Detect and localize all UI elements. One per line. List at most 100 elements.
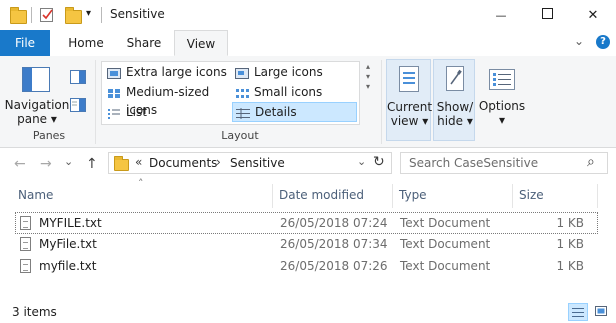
customize-quick-access-icon[interactable]: ▾ [86,8,91,19]
minimize-button[interactable]: — [478,0,524,30]
status-bar: 3 items [0,301,616,323]
forward-icon[interactable]: → [40,156,52,172]
options-label-line1: Options [478,99,526,113]
recent-locations-icon[interactable]: ⌄ [64,155,73,168]
file-type: Text Document [400,216,491,230]
breadcrumb-sensitive[interactable]: Sensitive [230,156,285,170]
current-view-label-line1: Current [387,100,433,114]
navigation-pane-button[interactable]: Navigation pane ▾ [4,98,70,126]
address-bar[interactable]: « Documents › Sensitive ⌄ ↻ [108,152,392,174]
table-row[interactable]: MyFile.txt 26/05/2018 07:34 Text Documen… [15,234,598,256]
tab-file[interactable]: File [0,30,50,56]
column-type[interactable]: Type [399,188,427,202]
search-box[interactable]: Search CaseSensitive ⌕ [400,152,608,174]
tab-share[interactable]: Share [117,30,171,56]
options-label-line2: ▾ [498,113,506,127]
file-date: 26/05/2018 07:26 [280,259,388,273]
column-divider[interactable] [392,184,393,208]
refresh-icon[interactable]: ↻ [373,154,385,170]
column-divider[interactable] [272,184,273,208]
app-folder-icon[interactable] [10,7,27,24]
options-button[interactable]: Options ▾ [478,59,526,141]
file-name: MYFILE.txt [39,216,102,230]
minimize-icon: — [495,8,507,22]
navigation-pane-label-line1: Navigation [4,98,70,112]
show-hide-label-line1: Show/ [436,100,474,114]
small-icons-icon [235,86,249,98]
layout-small-icons-label: Small icons [254,85,323,99]
layout-extra-large-icons[interactable]: Extra large icons [104,63,232,81]
close-button[interactable]: ✕ [570,0,616,30]
search-input[interactable]: Search CaseSensitive [409,156,538,170]
file-size: 1 KB [556,237,584,251]
show-hide-button[interactable]: Show/ hide ▾ [433,59,475,141]
file-date: 26/05/2018 07:34 [280,237,388,251]
layout-large-icons[interactable]: Large icons [232,63,357,81]
list-icon [107,106,121,119]
ribbon-body: Navigation pane ▾ Panes Extra large icon… [0,56,616,148]
file-name: myfile.txt [39,259,97,273]
breadcrumb-overflow[interactable]: « [135,155,142,169]
file-type: Text Document [400,237,491,251]
separator [101,7,102,23]
layout-gallery-scroll[interactable]: ▴ ▾ ▾ [362,62,374,122]
current-view-label-line2: view ▾ [390,114,429,128]
help-icon[interactable]: ? [596,35,610,49]
navigation-pane-icon[interactable] [20,64,52,96]
column-date-modified[interactable]: Date modified [279,188,364,202]
breadcrumb-separator[interactable]: › [216,155,221,169]
details-icon [236,106,250,119]
maximize-icon [541,8,553,22]
preview-pane-icon[interactable] [70,70,86,84]
text-file-icon [20,259,31,273]
layout-group-label: Layout [221,129,259,142]
table-row[interactable]: MYFILE.txt 26/05/2018 07:24 Text Documen… [15,212,598,234]
breadcrumb-documents[interactable]: Documents [149,156,217,170]
layout-medium-icons[interactable]: Medium-sized icons [104,83,232,117]
column-name[interactable]: Name [18,188,53,202]
current-view-icon [395,64,423,94]
window-title: Sensitive [110,7,165,21]
folder-icon [114,156,129,171]
new-folder-icon[interactable] [65,7,82,24]
file-size: 1 KB [556,216,584,230]
options-icon [487,65,517,93]
show-hide-icon [441,64,469,94]
layout-list[interactable]: List [104,103,232,121]
text-file-icon [20,237,31,251]
column-divider[interactable] [597,184,598,208]
layout-large-icons-label: Large icons [254,65,323,79]
file-name: MyFile.txt [39,237,97,251]
file-date: 26/05/2018 07:24 [280,216,388,230]
show-hide-label-line2: hide ▾ [437,114,473,128]
medium-icons-icon [107,86,121,98]
address-dropdown-icon[interactable]: ⌄ [357,155,366,168]
expand-ribbon-icon[interactable]: ⌄ [574,34,584,48]
maximize-button[interactable] [524,0,570,30]
close-icon: ✕ [587,7,599,23]
title-bar: ▾ Sensitive — ✕ [0,0,616,30]
back-icon[interactable]: ← [14,156,26,172]
layout-extra-large-icons-label: Extra large icons [126,65,227,79]
item-count: 3 items [12,305,57,319]
separator [95,60,96,144]
layout-small-icons[interactable]: Small icons [232,83,357,101]
tab-view[interactable]: View [174,30,228,56]
up-icon[interactable]: ↑ [86,156,98,172]
details-pane-icon[interactable] [70,98,86,112]
tab-home[interactable]: Home [60,30,112,56]
layout-details-label: Details [255,105,297,119]
column-divider[interactable] [512,184,513,208]
large-icons-icon [235,66,249,79]
file-size: 1 KB [556,259,584,273]
layout-details[interactable]: Details [232,102,357,122]
details-view-toggle-icon[interactable] [568,303,588,321]
panes-group-label: Panes [32,129,66,142]
column-size[interactable]: Size [519,188,544,202]
current-view-button[interactable]: Current view ▾ [386,59,433,141]
large-icons-view-toggle-icon[interactable] [592,303,612,321]
ribbon-tabs: File Home Share View ⌄ ? [0,30,616,57]
table-row[interactable]: myfile.txt 26/05/2018 07:26 Text Documen… [15,256,598,278]
search-icon[interactable]: ⌕ [587,154,595,170]
properties-icon[interactable] [39,7,55,23]
